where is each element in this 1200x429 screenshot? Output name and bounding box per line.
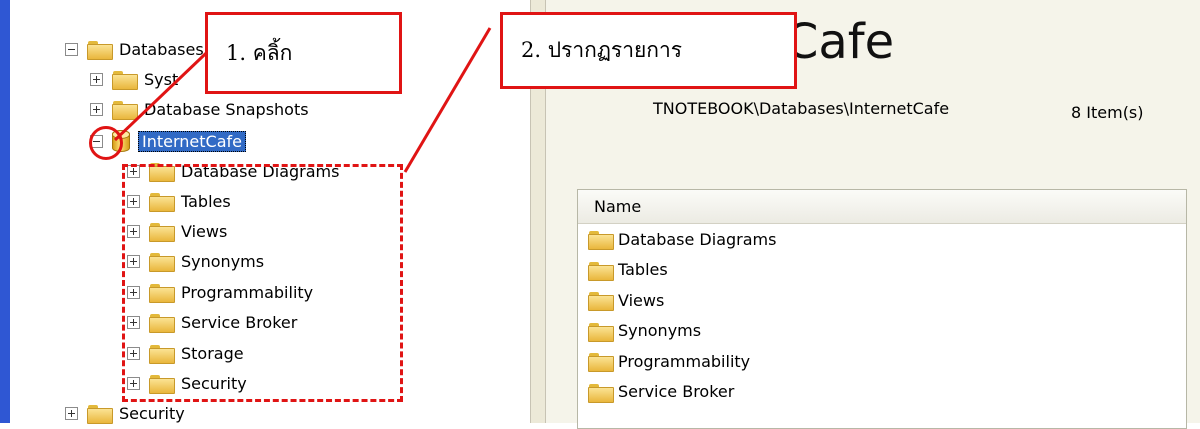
list-item-label: Synonyms	[618, 321, 702, 341]
tree-item-label: Security	[119, 403, 185, 423]
annotation-step2: 2. ปรากฏรายการ	[500, 12, 797, 89]
expand-icon[interactable]	[65, 406, 78, 420]
click-highlight-circle	[89, 126, 123, 160]
tree-item-label: Databases	[119, 39, 204, 59]
folder-icon	[112, 100, 138, 120]
tree-item-label: Database Snapshots	[144, 99, 309, 119]
expand-icon[interactable]	[90, 72, 103, 86]
list-item[interactable]: Synonyms	[578, 316, 1186, 347]
folder-icon	[588, 261, 614, 281]
column-header-name[interactable]: Name	[578, 190, 1186, 224]
list-item-label: Database Diagrams	[618, 229, 777, 249]
list-item-label: Views	[618, 290, 665, 310]
expand-icon[interactable]	[90, 102, 103, 116]
tree-item-system-databases[interactable]: Syst	[90, 66, 178, 92]
summary-path: TNOTEBOOK\Databases\InternetCafe	[653, 99, 950, 118]
tree-item-database-snapshots[interactable]: Database Snapshots	[90, 96, 309, 122]
folder-icon	[588, 230, 614, 251]
folder-icon	[87, 40, 113, 60]
list-item[interactable]: Database Diagrams	[578, 224, 1186, 255]
folder-icon	[588, 291, 614, 312]
tree-item-label: Syst	[144, 69, 179, 89]
tree-item-databases[interactable]: Databases	[65, 36, 204, 62]
tree-item-label: InternetCafe	[138, 130, 246, 152]
list-item[interactable]: Views	[578, 285, 1186, 316]
folder-icon	[112, 70, 138, 90]
column-header-label: Name	[594, 197, 642, 216]
folder-icon	[588, 322, 614, 342]
collapse-icon[interactable]	[65, 42, 78, 56]
list-item-label: Programmability	[618, 351, 751, 371]
tree-item-security-server[interactable]: Security	[65, 400, 185, 426]
list-item[interactable]: Programmability	[578, 346, 1186, 377]
list-item-label: Tables	[618, 260, 668, 280]
left-window-edge	[0, 0, 10, 423]
list-item[interactable]: Tables	[578, 255, 1186, 286]
annotation-step1-text: 1. คลิ้ก	[226, 40, 293, 65]
annotation-step1: 1. คลิ้ก	[205, 12, 402, 94]
summary-list: Name Database Diagrams Tables Views Syno…	[577, 189, 1187, 429]
items-highlight-box	[122, 164, 403, 402]
annotation-step2-text: 2. ปรากฏรายการ	[521, 38, 683, 62]
folder-icon	[588, 352, 614, 373]
list-item-label: Service Broker	[618, 382, 735, 402]
summary-item-count: 8 Item(s)	[1071, 103, 1144, 122]
folder-icon	[588, 383, 614, 403]
list-item[interactable]: Service Broker	[578, 377, 1186, 408]
folder-icon	[87, 404, 113, 424]
